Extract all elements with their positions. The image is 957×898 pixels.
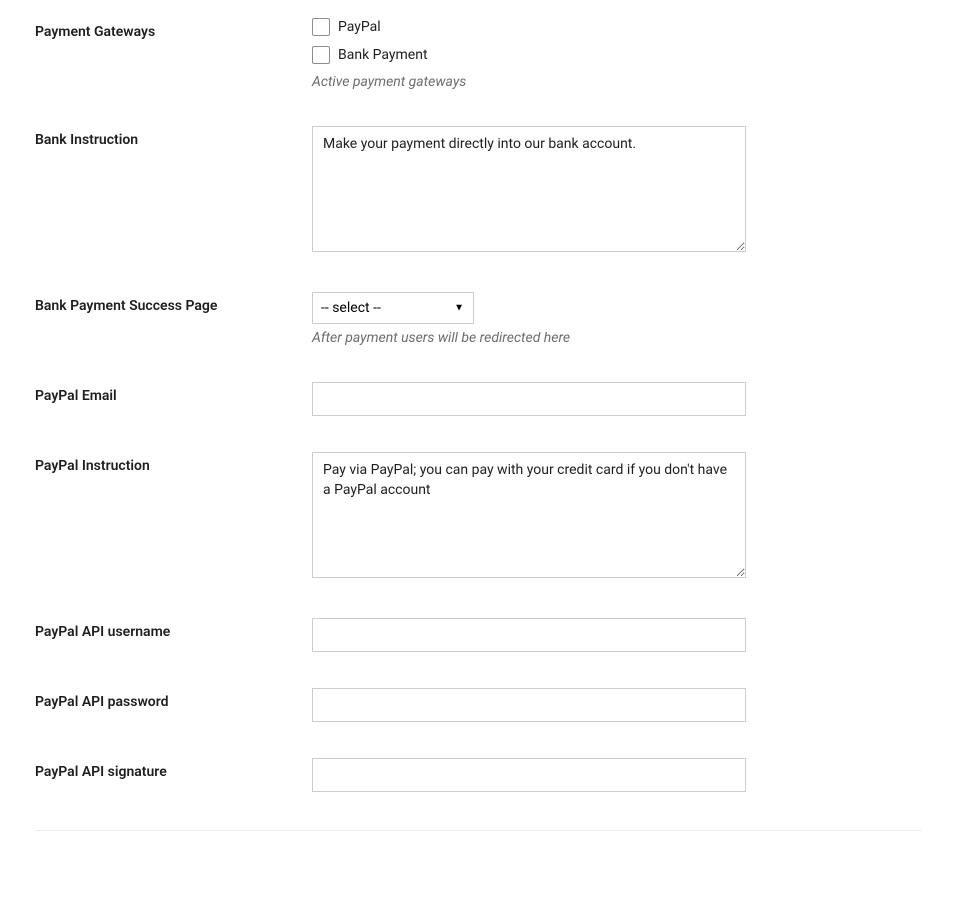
label-paypal-api-password: PayPal API password (35, 688, 312, 710)
row-paypal-api-username: PayPal API username (35, 600, 922, 670)
field-paypal-email (312, 382, 922, 416)
label-paypal-email: PayPal Email (35, 382, 312, 404)
label-paypal-api-username: PayPal API username (35, 618, 312, 640)
checkbox-label-paypal: PayPal (338, 19, 381, 35)
select-wrap-bank-success: -- select -- ▼ (312, 292, 474, 324)
input-paypal-email[interactable] (312, 382, 746, 416)
row-paypal-email: PayPal Email (35, 364, 922, 434)
label-payment-gateways: Payment Gateways (35, 18, 312, 40)
input-paypal-api-signature[interactable] (312, 758, 746, 792)
textarea-paypal-instruction[interactable]: Pay via PayPal; you can pay with your cr… (312, 452, 746, 578)
select-bank-success-page[interactable]: -- select -- (312, 292, 474, 324)
row-bank-instruction: Bank Instruction Make your payment direc… (35, 108, 922, 274)
field-bank-instruction: Make your payment directly into our bank… (312, 126, 922, 256)
field-payment-gateways: PayPal Bank Payment Active payment gatew… (312, 18, 922, 90)
field-paypal-api-password (312, 688, 922, 722)
input-paypal-api-username[interactable] (312, 618, 746, 652)
field-paypal-instruction: Pay via PayPal; you can pay with your cr… (312, 452, 922, 582)
description-bank-success-page: After payment users will be redirected h… (312, 330, 922, 346)
field-paypal-api-signature (312, 758, 922, 792)
settings-form: Payment Gateways PayPal Bank Payment Act… (0, 0, 957, 810)
label-bank-instruction: Bank Instruction (35, 126, 312, 148)
checkbox-label-bank: Bank Payment (338, 47, 428, 63)
field-bank-success-page: -- select -- ▼ After payment users will … (312, 292, 922, 346)
label-paypal-instruction: PayPal Instruction (35, 452, 312, 474)
row-paypal-instruction: PayPal Instruction Pay via PayPal; you c… (35, 434, 922, 600)
label-paypal-api-signature: PayPal API signature (35, 758, 312, 780)
checkbox-row-bank: Bank Payment (312, 46, 922, 64)
section-divider (35, 830, 922, 831)
textarea-bank-instruction[interactable]: Make your payment directly into our bank… (312, 126, 746, 252)
checkbox-paypal[interactable] (312, 18, 330, 36)
field-paypal-api-username (312, 618, 922, 652)
row-paypal-api-password: PayPal API password (35, 670, 922, 740)
row-bank-success-page: Bank Payment Success Page -- select -- ▼… (35, 274, 922, 364)
checkbox-bank-payment[interactable] (312, 46, 330, 64)
label-bank-success-page: Bank Payment Success Page (35, 292, 312, 314)
input-paypal-api-password[interactable] (312, 688, 746, 722)
checkbox-row-paypal: PayPal (312, 18, 922, 36)
description-payment-gateways: Active payment gateways (312, 74, 922, 90)
row-payment-gateways: Payment Gateways PayPal Bank Payment Act… (35, 0, 922, 108)
row-paypal-api-signature: PayPal API signature (35, 740, 922, 810)
